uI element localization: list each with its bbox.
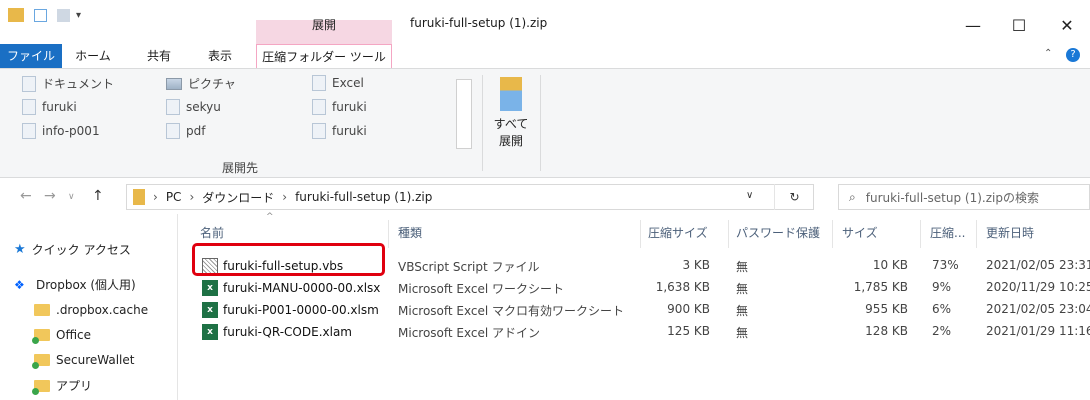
refresh-button[interactable]: ↻ — [774, 184, 814, 210]
folder-icon — [34, 304, 50, 316]
pictures-icon — [166, 77, 182, 90]
column-header-ratio[interactable]: 圧縮... — [930, 224, 965, 241]
column-header-password[interactable]: パスワード保護 — [736, 224, 820, 241]
new-folder-icon[interactable] — [57, 8, 70, 22]
ribbon-tabs: ファイル ホーム 共有 表示 圧縮フォルダー ツール ⌃ ? — [0, 44, 1090, 68]
maximize-button[interactable]: ☐ — [996, 10, 1042, 40]
up-icon[interactable]: ↑ — [92, 188, 104, 204]
breadcrumb-downloads[interactable]: ダウンロード — [202, 189, 274, 206]
tab-home[interactable]: ホーム — [74, 44, 112, 68]
file-row[interactable]: x furuki-MANU-0000-00.xlsx Microsoft Exce… — [180, 277, 1090, 299]
tab-view[interactable]: 表示 — [200, 44, 240, 68]
column-divider — [728, 220, 729, 248]
dropbox-icon: ❖ — [14, 277, 25, 292]
column-header-type[interactable]: 種類 — [398, 224, 422, 241]
star-icon: ★ — [14, 242, 26, 257]
tab-file[interactable]: ファイル — [0, 44, 62, 68]
address-dropdown-icon[interactable]: ∨ — [746, 190, 753, 201]
nav-office[interactable]: Office — [32, 328, 91, 344]
dest-item[interactable]: sekyu — [166, 99, 221, 115]
search-icon: ⌕ — [849, 189, 856, 204]
back-icon[interactable]: ← — [20, 188, 32, 204]
folder-icon — [312, 75, 326, 91]
folder-icon — [166, 99, 180, 115]
minimize-button[interactable]: — — [950, 10, 996, 40]
quick-access-toolbar: ▾ — [8, 8, 81, 22]
column-divider — [640, 220, 641, 248]
dest-documents[interactable]: ドキュメント — [22, 75, 114, 92]
nav-apps[interactable]: アプリ — [32, 377, 92, 395]
ribbon-body: ドキュメント furuki info-p001 ピクチャ sekyu pdf E… — [0, 68, 1090, 178]
excel-addin-file-icon: x — [202, 324, 218, 340]
highlight-box — [192, 243, 385, 276]
folder-icon[interactable] — [8, 8, 24, 22]
title-bar: ▾ 展開 furuki-full-setup (1).zip — ☐ ✕ — [0, 0, 1090, 44]
folder-sync-icon — [32, 329, 50, 344]
file-row[interactable]: x furuki-QR-CODE.xlam Microsoft Excel アドイ… — [180, 321, 1090, 343]
nav-dropbox-cache[interactable]: .dropbox.cache — [34, 303, 148, 317]
refresh-icon: ↻ — [789, 190, 800, 204]
column-header-compressed[interactable]: 圧縮サイズ — [648, 224, 708, 241]
tab-compressed-folder-tools[interactable]: 圧縮フォルダー ツール — [256, 44, 392, 68]
customize-toolbar-icon[interactable]: ▾ — [76, 10, 81, 21]
extract-icon — [500, 77, 522, 111]
excel-file-icon: x — [202, 280, 218, 296]
column-divider — [920, 220, 921, 248]
forward-icon[interactable]: → — [44, 188, 56, 204]
column-header-size[interactable]: サイズ — [842, 224, 878, 241]
context-group-label: 展開 — [311, 18, 336, 32]
search-placeholder: furuki-full-setup (1).zipの検索 — [865, 190, 1039, 205]
nav-dropbox[interactable]: ❖ Dropbox (個人用) — [14, 276, 136, 293]
ribbon-divider — [482, 75, 483, 171]
file-row[interactable]: x furuki-P001-0000-00.xlsm Microsoft Exce… — [180, 299, 1090, 321]
window-title: furuki-full-setup (1).zip — [410, 16, 548, 30]
navigation-row: ← → ∨ ↑ › PC › ダウンロード › furuki-full-setu… — [0, 180, 1090, 214]
column-header-modified[interactable]: 更新日時 — [986, 224, 1034, 241]
dest-item[interactable]: furuki — [312, 123, 367, 139]
folder-icon — [312, 99, 326, 115]
search-box[interactable]: ⌕ furuki-full-setup (1).zipの検索 — [838, 184, 1090, 210]
dest-item[interactable]: Excel — [312, 75, 364, 91]
help-icon[interactable]: ? — [1066, 48, 1080, 62]
column-divider — [976, 220, 977, 248]
address-bar[interactable]: › PC › ダウンロード › furuki-full-setup (1).zi… — [126, 184, 814, 210]
gallery-scrollbar[interactable] — [456, 79, 472, 149]
dest-item[interactable]: furuki — [22, 99, 77, 115]
recent-locations-icon[interactable]: ∨ — [68, 192, 75, 202]
file-list: ^ 名前 種類 圧縮サイズ パスワード保護 サイズ 圧縮... 更新日時 fur… — [180, 212, 1090, 400]
extract-all-button[interactable]: すべて 展開 — [486, 77, 536, 157]
sort-ascending-icon: ^ — [266, 212, 274, 222]
navigation-pane: ★ クイック アクセス ❖ Dropbox (個人用) .dropbox.cache… — [0, 214, 178, 400]
folder-sync-icon — [32, 354, 50, 369]
breadcrumb-zip[interactable]: furuki-full-setup (1).zip — [295, 190, 432, 204]
column-divider — [832, 220, 833, 248]
ribbon-collapse-icon[interactable]: ⌃ — [1044, 48, 1052, 59]
nav-quick-access[interactable]: ★ クイック アクセス — [14, 241, 131, 258]
nav-securewallet[interactable]: SecureWallet — [32, 353, 134, 369]
column-header-name[interactable]: 名前 — [200, 224, 224, 241]
documents-icon — [22, 75, 36, 92]
tab-share[interactable]: 共有 — [140, 44, 178, 68]
properties-icon[interactable] — [34, 8, 47, 22]
dest-item[interactable]: pdf — [166, 123, 205, 139]
folder-icon — [166, 123, 180, 139]
column-divider — [388, 220, 389, 248]
dest-pictures[interactable]: ピクチャ — [166, 75, 236, 92]
close-button[interactable]: ✕ — [1044, 10, 1090, 40]
excel-macro-file-icon: x — [202, 302, 218, 318]
dest-item[interactable]: info-p001 — [22, 123, 100, 139]
folder-icon — [22, 99, 36, 115]
breadcrumb-pc[interactable]: PC — [166, 190, 182, 204]
zip-folder-icon — [133, 189, 145, 205]
ribbon-divider — [540, 75, 541, 171]
folder-icon — [22, 123, 36, 139]
dest-item[interactable]: furuki — [312, 99, 367, 115]
folder-sync-icon — [32, 379, 50, 395]
group-label-extract-to: 展開先 — [222, 161, 259, 175]
folder-icon — [312, 123, 326, 139]
